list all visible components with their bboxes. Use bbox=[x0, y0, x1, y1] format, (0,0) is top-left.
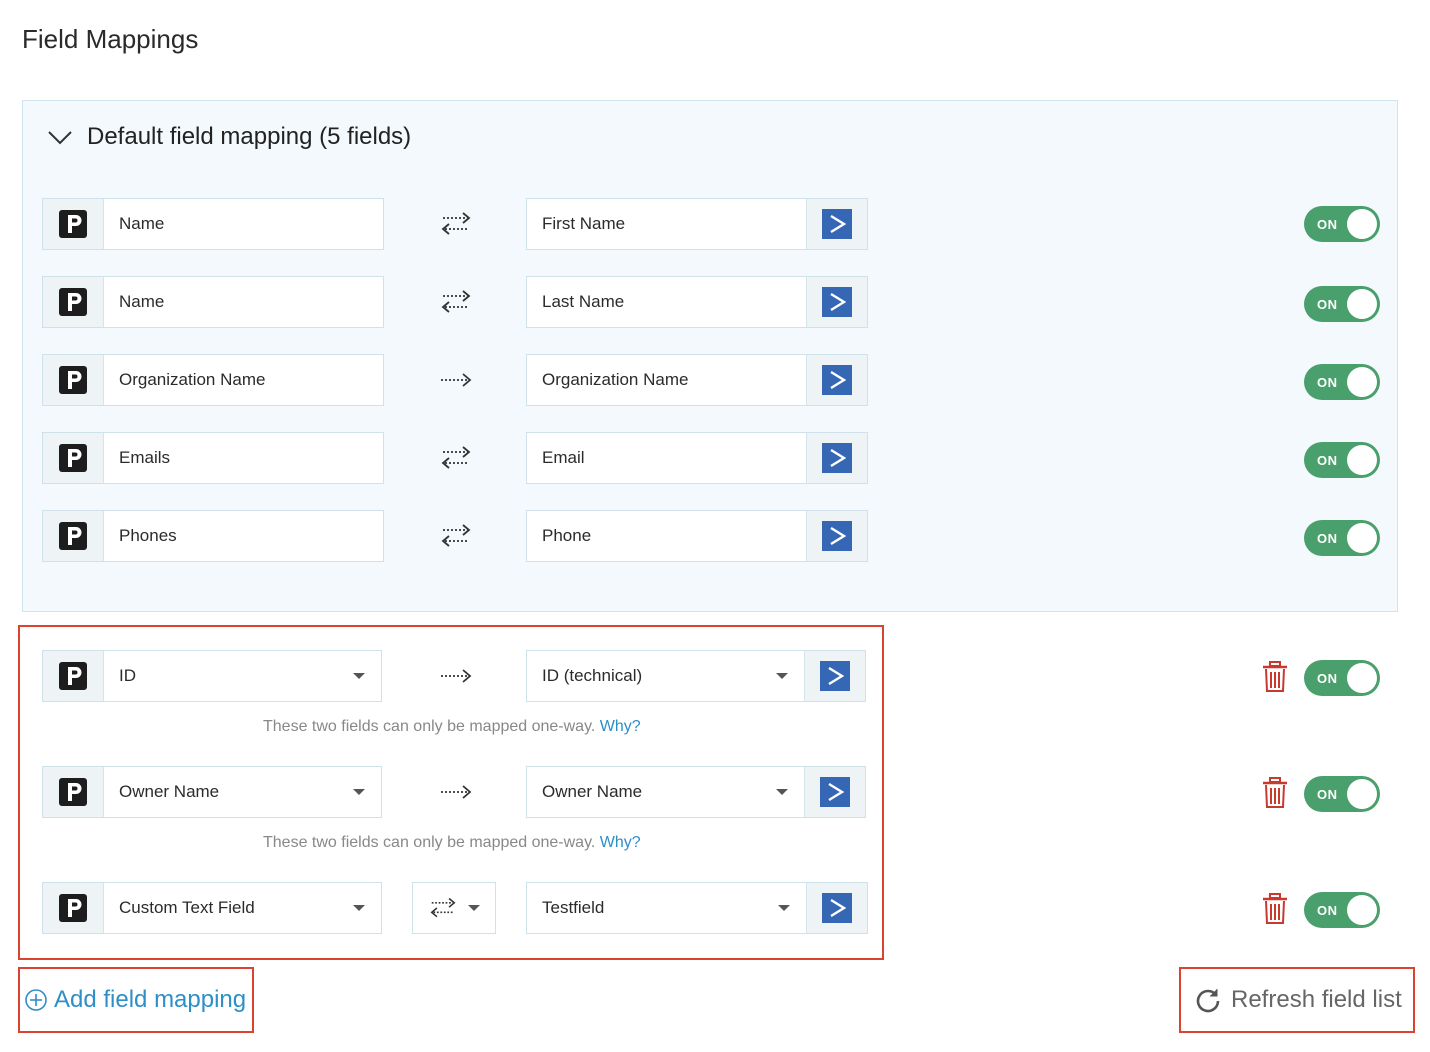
refresh-field-list-label: Refresh field list bbox=[1231, 986, 1402, 1013]
refresh-field-list-button[interactable]: Refresh field list bbox=[1179, 967, 1415, 1033]
refresh-icon bbox=[1196, 989, 1220, 1013]
mapping-toggle[interactable]: ON bbox=[1304, 660, 1380, 696]
pipedrive-logo-icon bbox=[59, 894, 87, 922]
pipedrive-logo-icon bbox=[59, 366, 87, 394]
pipedrive-logo-icon bbox=[59, 522, 87, 550]
target-field-label: ID (technical) bbox=[542, 666, 643, 685]
mapping-toggle[interactable]: ON bbox=[1304, 286, 1380, 322]
target-field-label: Organization Name bbox=[542, 370, 689, 389]
activecampaign-logo-icon bbox=[822, 893, 852, 923]
two-way-arrows-icon bbox=[442, 290, 470, 313]
target-field-label: Last Name bbox=[542, 292, 625, 311]
target-field-label: First Name bbox=[542, 214, 626, 233]
activecampaign-logo-icon bbox=[822, 443, 852, 473]
source-field-label: Name bbox=[119, 214, 165, 233]
target-field-label: Owner Name bbox=[542, 782, 643, 801]
mapping-toggle[interactable]: ON bbox=[1304, 892, 1380, 928]
source-field: Organization Name bbox=[42, 354, 384, 406]
one-way-hint: These two fields can only be mapped one-… bbox=[263, 718, 641, 735]
source-field: Name bbox=[42, 276, 384, 328]
activecampaign-logo-icon bbox=[822, 209, 852, 239]
one-way-arrow-icon bbox=[440, 785, 471, 799]
activecampaign-logo-icon bbox=[822, 521, 852, 551]
target-field-select[interactable]: Owner Name bbox=[526, 766, 866, 818]
target-field-select[interactable]: ID (technical) bbox=[526, 650, 866, 702]
one-way-arrow-icon bbox=[440, 669, 471, 683]
source-field-label: Name bbox=[119, 292, 165, 311]
source-field-label: Custom Text Field bbox=[119, 898, 255, 917]
source-field-label: Phones bbox=[119, 526, 177, 545]
pipedrive-logo-icon bbox=[59, 288, 87, 316]
mapping-toggle[interactable]: ON bbox=[1304, 776, 1380, 812]
mapping-toggle[interactable]: ON bbox=[1304, 442, 1380, 478]
chevron-down-icon bbox=[48, 131, 72, 145]
source-field-label: Organization Name bbox=[119, 370, 266, 389]
target-field: Phone bbox=[526, 510, 868, 562]
mapping-toggle[interactable]: ON bbox=[1304, 206, 1380, 242]
pipedrive-logo-icon bbox=[59, 778, 87, 806]
activecampaign-logo-icon bbox=[822, 365, 852, 395]
target-field-select[interactable]: Testfield bbox=[526, 882, 868, 934]
source-field-select[interactable]: ID bbox=[42, 650, 382, 702]
trash-icon[interactable] bbox=[1261, 661, 1289, 693]
target-field: Organization Name bbox=[526, 354, 868, 406]
mapping-toggle[interactable]: ON bbox=[1304, 364, 1380, 400]
two-way-arrows-icon bbox=[442, 446, 470, 469]
add-field-mapping-label: Add field mapping bbox=[54, 986, 247, 1013]
two-way-arrows-icon bbox=[442, 524, 470, 547]
target-field-label: Email bbox=[542, 448, 585, 467]
target-field: Last Name bbox=[526, 276, 868, 328]
caret-down-icon bbox=[776, 673, 788, 679]
target-field-label: Testfield bbox=[542, 898, 605, 917]
page-title: Field Mappings bbox=[22, 24, 199, 54]
activecampaign-logo-icon bbox=[820, 777, 850, 807]
one-way-hint: These two fields can only be mapped one-… bbox=[263, 834, 641, 851]
trash-icon[interactable] bbox=[1261, 777, 1289, 809]
caret-down-icon bbox=[353, 673, 365, 679]
plus-circle-icon bbox=[25, 989, 47, 1011]
caret-down-icon bbox=[778, 905, 790, 911]
pipedrive-logo-icon bbox=[59, 662, 87, 690]
direction-select[interactable] bbox=[412, 882, 496, 934]
pipedrive-logo-icon bbox=[59, 444, 87, 472]
source-field: Phones bbox=[42, 510, 384, 562]
source-field-select[interactable]: Owner Name bbox=[42, 766, 382, 818]
caret-down-icon bbox=[353, 905, 365, 911]
target-field: Email bbox=[526, 432, 868, 484]
two-way-arrows-icon bbox=[430, 897, 456, 918]
one-way-arrow-icon bbox=[440, 373, 471, 387]
add-field-mapping-button[interactable]: Add field mapping bbox=[18, 967, 254, 1033]
source-field-label: Emails bbox=[119, 448, 171, 467]
mapping-toggle[interactable]: ON bbox=[1304, 520, 1380, 556]
caret-down-icon bbox=[353, 789, 365, 795]
source-field-label: ID bbox=[119, 666, 136, 685]
target-field-label: Phone bbox=[542, 526, 592, 545]
source-field: Emails bbox=[42, 432, 384, 484]
two-way-arrows-icon bbox=[442, 212, 470, 235]
source-field-select[interactable]: Custom Text Field bbox=[42, 882, 382, 934]
default-mapping-header[interactable]: Default field mapping (5 fields) bbox=[47, 123, 411, 151]
why-link[interactable]: Why? bbox=[600, 718, 641, 735]
activecampaign-logo-icon bbox=[822, 287, 852, 317]
caret-down-icon bbox=[468, 905, 480, 911]
trash-icon[interactable] bbox=[1261, 893, 1289, 925]
why-link[interactable]: Why? bbox=[600, 834, 641, 851]
source-field: Name bbox=[42, 198, 384, 250]
default-mapping-title: Default field mapping (5 fields) bbox=[87, 123, 412, 150]
source-field-label: Owner Name bbox=[119, 782, 220, 801]
activecampaign-logo-icon bbox=[820, 661, 850, 691]
pipedrive-logo-icon bbox=[59, 210, 87, 238]
target-field: First Name bbox=[526, 198, 868, 250]
caret-down-icon bbox=[776, 789, 788, 795]
